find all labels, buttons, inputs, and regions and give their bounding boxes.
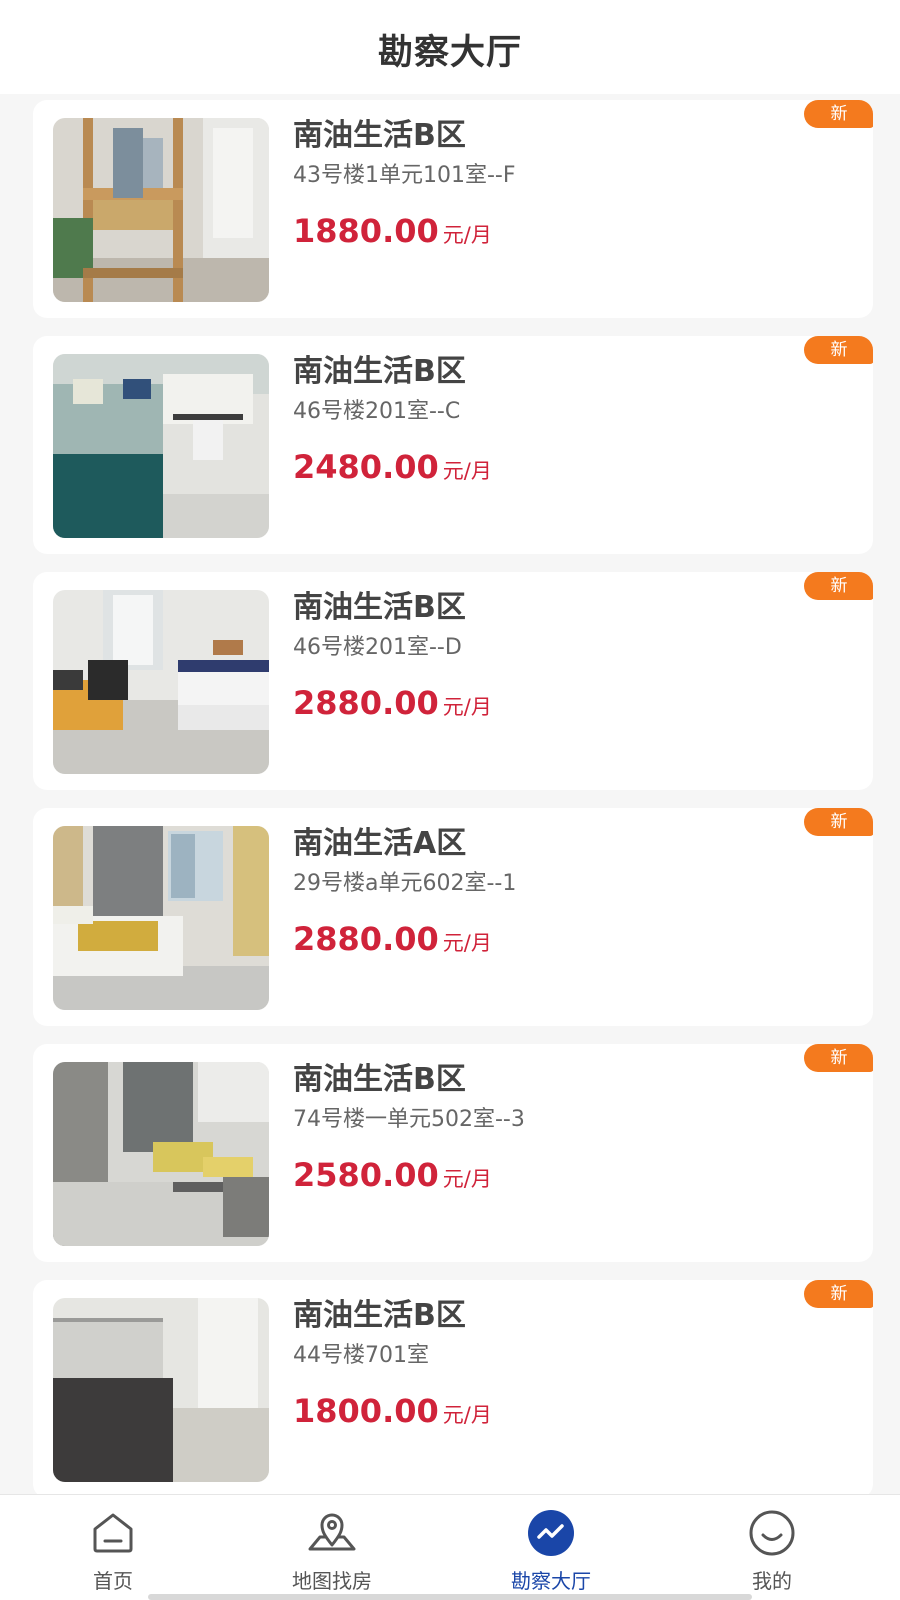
room-photo[interactable] <box>53 826 269 1010</box>
price-row: 1800.00 元/月 <box>293 1392 853 1430</box>
listing-price: 2580.00 <box>293 1156 439 1194</box>
tab-map-search[interactable]: 地图找房 <box>262 1495 402 1600</box>
tab-home[interactable]: 首页 <box>43 1495 183 1600</box>
tab-map-search-label: 地图找房 <box>292 1569 372 1593</box>
listing-address: 29号楼a单元602室--1 <box>293 871 517 896</box>
listing-name: 南油生活B区 <box>293 1062 466 1097</box>
listing-address: 46号楼201室--C <box>293 399 461 424</box>
bottom-tab-bar: 首页 地图找房 勘察大厅 我的 <box>0 1494 900 1600</box>
price-row: 2480.00 元/月 <box>293 448 853 486</box>
listing-card[interactable]: 南油生活B区 74号楼一单元502室--3 2580.00 元/月 新 <box>33 1044 873 1262</box>
tab-home-label: 首页 <box>93 1569 133 1593</box>
price-unit: 元/月 <box>442 1167 492 1191</box>
price-row: 1880.00 元/月 <box>293 212 853 250</box>
room-photo-dark-bed-image <box>53 1298 269 1482</box>
tab-profile[interactable]: 我的 <box>702 1495 842 1600</box>
room-photo[interactable] <box>53 1062 269 1246</box>
new-badge: 新 <box>804 1280 873 1308</box>
room-photo[interactable] <box>53 354 269 538</box>
new-badge: 新 <box>804 100 873 128</box>
header-bar: 勘察大厅 <box>0 0 900 94</box>
listing-name: 南油生活B区 <box>293 118 466 153</box>
listing-card[interactable]: 南油生活B区 46号楼201室--D 2880.00 元/月 新 <box>33 572 873 790</box>
price-row: 2880.00 元/月 <box>293 920 853 958</box>
listing-card[interactable]: 南油生活A区 29号楼a单元602室--1 2880.00 元/月 新 <box>33 808 873 1026</box>
price-row: 2880.00 元/月 <box>293 684 853 722</box>
listing-name: 南油生活A区 <box>293 826 467 861</box>
room-photo-grey-room-image <box>53 1062 269 1246</box>
listing-address: 44号楼701室 <box>293 1343 429 1368</box>
listing-name: 南油生活B区 <box>293 354 466 389</box>
tab-survey-hall-label: 勘察大厅 <box>511 1569 591 1593</box>
listing-name: 南油生活B区 <box>293 1298 466 1333</box>
room-photo-bunkbed-image <box>53 118 269 302</box>
price-unit: 元/月 <box>442 1403 492 1427</box>
new-badge: 新 <box>804 808 873 836</box>
page-title: 勘察大厅 <box>377 32 522 73</box>
listing-address: 43号楼1单元101室--F <box>293 163 516 188</box>
listing-card[interactable]: 南油生活B区 44号楼701室 1800.00 元/月 新 <box>33 1280 873 1494</box>
price-unit: 元/月 <box>442 223 492 247</box>
listing-price: 1800.00 <box>293 1392 439 1430</box>
tab-survey-hall[interactable]: 勘察大厅 <box>481 1495 621 1600</box>
listing-price: 1880.00 <box>293 212 439 250</box>
new-badge: 新 <box>804 336 873 364</box>
new-badge: 新 <box>804 572 873 600</box>
room-photo[interactable] <box>53 590 269 774</box>
new-badge: 新 <box>804 1044 873 1072</box>
price-unit: 元/月 <box>442 459 492 483</box>
room-photo[interactable] <box>53 118 269 302</box>
map-pin-icon <box>306 1507 358 1559</box>
room-photo-desk-bed-image <box>53 590 269 774</box>
room-photo-bed-teal-image <box>53 354 269 538</box>
listing-price: 2880.00 <box>293 684 439 722</box>
profile-smile-icon <box>746 1507 798 1559</box>
listing-card[interactable]: 南油生活B区 46号楼201室--C 2480.00 元/月 新 <box>33 336 873 554</box>
listing-card[interactable]: 南油生活B区 43号楼1单元101室--F 1880.00 元/月 新 <box>33 100 873 318</box>
listing-list[interactable]: 南油生活B区 43号楼1单元101室--F 1880.00 元/月 新 南油生活… <box>0 94 900 1494</box>
listing-address: 46号楼201室--D <box>293 635 462 660</box>
price-unit: 元/月 <box>442 695 492 719</box>
tab-profile-label: 我的 <box>752 1569 792 1593</box>
home-indicator[interactable] <box>148 1594 752 1600</box>
price-unit: 元/月 <box>442 931 492 955</box>
listing-price: 2480.00 <box>293 448 439 486</box>
listing-name: 南油生活B区 <box>293 590 466 625</box>
room-photo-bed-window-image <box>53 826 269 1010</box>
price-row: 2580.00 元/月 <box>293 1156 853 1194</box>
listing-price: 2880.00 <box>293 920 439 958</box>
room-photo[interactable] <box>53 1298 269 1482</box>
listing-address: 74号楼一单元502室--3 <box>293 1107 525 1132</box>
survey-hall-icon <box>525 1507 577 1559</box>
home-icon <box>87 1507 139 1559</box>
